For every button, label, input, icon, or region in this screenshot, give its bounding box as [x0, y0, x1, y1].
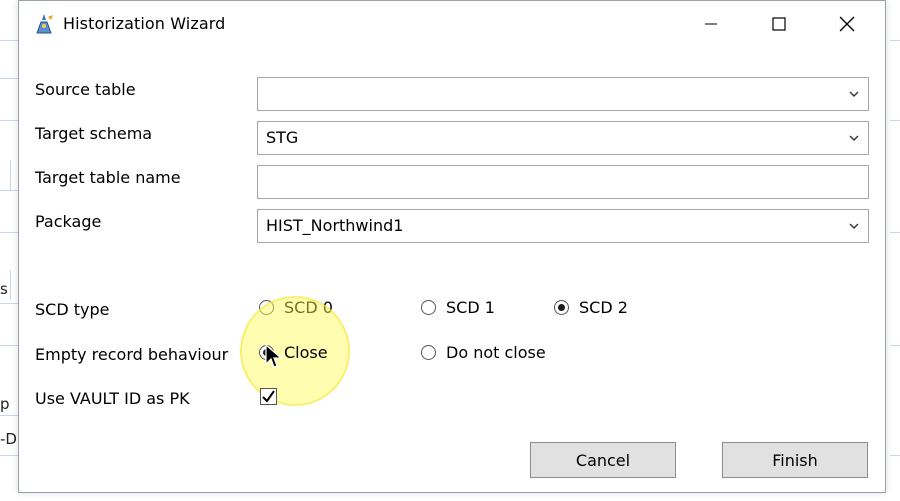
background-text-fragment: -D: [0, 430, 17, 448]
source-table-dropdown[interactable]: [257, 77, 869, 111]
radio-circle-selected: [554, 300, 569, 315]
radio-circle: [421, 345, 436, 360]
window-title: Historization Wizard: [63, 14, 226, 33]
use-vault-id-label: Use VAULT ID as PK: [35, 389, 190, 408]
background-text-fragment: s: [0, 280, 8, 298]
mouse-pointer-icon: [265, 344, 283, 368]
close-icon: [839, 16, 855, 32]
background-gridline: [0, 78, 18, 79]
chevron-down-icon: [849, 223, 859, 229]
checkmark-icon: [262, 390, 275, 403]
background-gridline: [0, 415, 18, 416]
target-schema-dropdown[interactable]: STG: [257, 121, 869, 155]
background-gridline: [0, 232, 18, 233]
chevron-down-icon: [849, 91, 859, 97]
background-gridline: [0, 40, 18, 41]
package-label: Package: [35, 212, 102, 231]
background-gridline: [10, 270, 11, 300]
package-value: HIST_Northwind1: [266, 216, 404, 235]
background-gridline: [890, 455, 900, 456]
close-button[interactable]: [813, 1, 881, 47]
background-gridline: [890, 232, 900, 233]
title-bar[interactable]: Historization Wizard: [19, 1, 885, 47]
cancel-button[interactable]: Cancel: [530, 442, 676, 478]
historization-wizard-dialog: Historization Wizard Source table Target…: [18, 0, 886, 493]
source-table-label: Source table: [35, 80, 136, 99]
scd-1-radio[interactable]: SCD 1: [421, 298, 495, 317]
maximize-button[interactable]: [745, 1, 813, 47]
background-gridline: [890, 40, 900, 41]
target-table-name-input[interactable]: [257, 165, 869, 199]
background-gridline: [10, 160, 11, 190]
target-table-name-label: Target table name: [35, 168, 181, 187]
use-vault-id-checkbox[interactable]: [260, 388, 277, 405]
do-not-close-radio[interactable]: Do not close: [421, 343, 546, 362]
close-label: Close: [284, 343, 328, 362]
scd-2-label: SCD 2: [579, 298, 628, 317]
background-gridline: [890, 120, 900, 121]
scd-2-radio[interactable]: SCD 2: [554, 298, 628, 317]
radio-circle: [421, 300, 436, 315]
empty-record-behaviour-label: Empty record behaviour: [35, 345, 229, 364]
do-not-close-label: Do not close: [446, 343, 546, 362]
scd-1-label: SCD 1: [446, 298, 495, 317]
target-schema-value: STG: [266, 128, 299, 147]
scd-type-label: SCD type: [35, 300, 110, 319]
finish-button[interactable]: Finish: [722, 442, 868, 478]
background-gridline: [0, 345, 18, 346]
wizard-app-icon: [36, 14, 53, 34]
maximize-icon: [772, 17, 786, 31]
target-schema-label: Target schema: [35, 124, 153, 143]
minimize-icon: [705, 23, 717, 25]
minimize-button[interactable]: [677, 1, 745, 47]
background-gridline: [0, 455, 18, 456]
chevron-down-icon: [849, 135, 859, 141]
background-text-fragment: p: [0, 395, 10, 413]
package-dropdown[interactable]: HIST_Northwind1: [257, 209, 869, 243]
background-gridline: [0, 303, 18, 304]
background-gridline: [0, 190, 18, 191]
background-gridline: [0, 120, 18, 121]
background-gridline: [890, 345, 900, 346]
